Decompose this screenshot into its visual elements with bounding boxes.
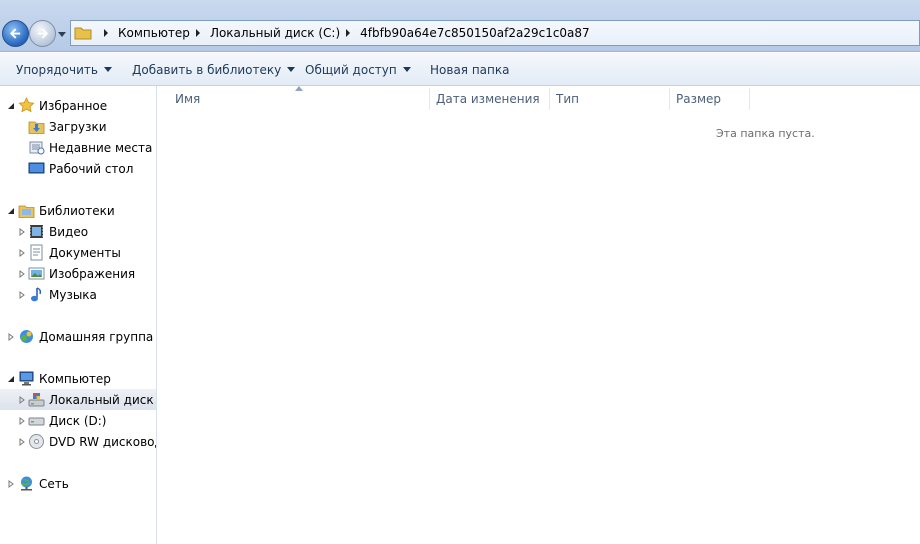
collapsed-arrow-icon[interactable] — [18, 437, 26, 446]
desktop-icon — [28, 162, 45, 174]
nav-documents[interactable]: Документы — [0, 242, 156, 263]
command-bar: Упорядочить Добавить в библиотеку Общий … — [0, 53, 920, 86]
video-library-icon — [30, 225, 43, 238]
star-icon — [18, 97, 35, 113]
new-folder-button[interactable]: Новая папка — [430, 53, 509, 86]
file-list-pane[interactable]: Имя Дата изменения Тип Размер Эта папка … — [158, 86, 920, 544]
nav-homegroup[interactable]: Домашняя группа — [0, 326, 156, 347]
back-button[interactable] — [2, 20, 29, 47]
forward-button[interactable] — [29, 20, 56, 47]
collapsed-arrow-icon[interactable] — [18, 395, 26, 404]
column-date-modified-label: Дата изменения — [436, 92, 540, 106]
nav-computer-label: Компьютер — [39, 371, 111, 386]
organize-label: Упорядочить — [16, 62, 98, 77]
address-field[interactable]: Компьютер Локальный диск (C:) 4fbfb90a64… — [70, 20, 920, 46]
column-name-label: Имя — [175, 92, 201, 106]
recent-places-icon — [29, 141, 45, 155]
pictures-library-icon — [28, 267, 45, 280]
nav-local-disk-c[interactable]: Локальный диск (C — [0, 389, 156, 410]
nav-video-label: Видео — [49, 224, 89, 239]
music-library-icon — [31, 287, 42, 302]
collapsed-arrow-icon[interactable] — [18, 290, 26, 299]
breadcrumb-chevron-icon[interactable] — [100, 29, 112, 37]
nav-libraries-label: Библиотеки — [39, 203, 115, 218]
network-icon — [21, 476, 32, 491]
nav-dvd-drive-label: DVD RW дисковод ( — [49, 434, 157, 449]
homegroup-icon — [20, 330, 33, 343]
breadcrumb-chevron-icon[interactable] — [342, 29, 354, 37]
nav-dvd-drive[interactable]: DVD RW дисковод ( — [0, 431, 157, 452]
expanded-arrow-icon[interactable] — [7, 207, 15, 215]
collapsed-arrow-icon[interactable] — [18, 248, 26, 257]
collapsed-arrow-icon[interactable] — [18, 227, 26, 236]
chevron-down-icon — [287, 67, 296, 72]
breadcrumb-current-folder[interactable]: 4fbfb90a64e7c850150af2a29c1c0a87 — [360, 26, 590, 40]
computer-icon — [19, 371, 34, 386]
nav-downloads[interactable]: Загрузки — [0, 116, 156, 137]
nav-disk-d[interactable]: Диск (D:) — [0, 410, 156, 431]
collapsed-arrow-icon[interactable] — [18, 269, 26, 278]
dvd-drive-icon — [29, 434, 44, 449]
nav-libraries[interactable]: Библиотеки — [0, 200, 156, 221]
nav-downloads-label: Загрузки — [49, 119, 107, 134]
nav-documents-label: Документы — [49, 245, 121, 260]
nav-favorites[interactable]: Избранное — [0, 95, 156, 116]
nav-desktop[interactable]: Рабочий стол — [0, 158, 156, 179]
nav-video[interactable]: Видео — [0, 221, 156, 242]
address-bar-region: Компьютер Локальный диск (C:) 4fbfb90a64… — [0, 0, 920, 52]
nav-pictures-label: Изображения — [49, 266, 136, 281]
add-to-library-label: Добавить в библиотеку — [132, 62, 282, 77]
column-size-label: Размер — [676, 92, 722, 106]
share-label: Общий доступ — [305, 62, 397, 77]
nav-network-label: Сеть — [39, 476, 69, 491]
nav-computer[interactable]: Компьютер — [0, 368, 156, 389]
nav-favorites-label: Избранное — [39, 98, 108, 113]
nav-recent-places[interactable]: Недавние места — [0, 137, 156, 158]
nav-desktop-label: Рабочий стол — [49, 161, 134, 176]
recent-pages-dropdown-icon[interactable] — [57, 29, 67, 39]
collapsed-arrow-icon[interactable] — [7, 479, 15, 488]
column-header-type[interactable]: Тип — [550, 88, 670, 110]
hard-drive-icon — [28, 417, 45, 426]
breadcrumb-computer[interactable]: Компьютер — [118, 26, 190, 40]
breadcrumb-local-disk[interactable]: Локальный диск (C:) — [210, 26, 340, 40]
breadcrumb-chevron-icon[interactable] — [192, 29, 204, 37]
share-button[interactable]: Общий доступ — [305, 53, 411, 86]
column-type-label: Тип — [556, 92, 579, 106]
column-header-name[interactable]: Имя — [169, 88, 430, 110]
downloads-folder-icon — [28, 121, 45, 134]
column-header-size[interactable]: Размер — [670, 88, 750, 110]
chevron-down-icon — [402, 67, 411, 72]
nav-disk-d-label: Диск (D:) — [49, 413, 107, 428]
expanded-arrow-icon[interactable] — [7, 102, 15, 110]
organize-button[interactable]: Упорядочить — [16, 53, 112, 86]
arrow-left-icon — [9, 28, 21, 39]
empty-folder-message: Эта папка пуста. — [716, 127, 815, 140]
nav-local-disk-c-label: Локальный диск (C — [49, 392, 156, 407]
navigation-pane: Избранное Загрузки Недавние места Рабочи… — [0, 86, 157, 544]
collapsed-arrow-icon[interactable] — [18, 416, 26, 425]
column-header-date-modified[interactable]: Дата изменения — [430, 88, 550, 110]
nav-network[interactable]: Сеть — [0, 473, 156, 494]
nav-pictures[interactable]: Изображения — [0, 263, 156, 284]
chevron-down-icon — [103, 67, 112, 72]
documents-library-icon — [30, 244, 43, 261]
folder-icon — [74, 27, 92, 40]
new-folder-label: Новая папка — [430, 62, 510, 77]
nav-music-label: Музыка — [49, 287, 97, 302]
collapsed-arrow-icon[interactable] — [7, 332, 15, 341]
system-drive-icon — [28, 393, 45, 407]
arrow-right-icon — [37, 28, 49, 39]
nav-recent-places-label: Недавние места — [49, 140, 153, 155]
add-to-library-button[interactable]: Добавить в библиотеку — [132, 53, 296, 86]
nav-music[interactable]: Музыка — [0, 284, 156, 305]
expanded-arrow-icon[interactable] — [7, 375, 15, 383]
libraries-icon — [18, 205, 35, 218]
nav-homegroup-label: Домашняя группа — [39, 329, 154, 344]
